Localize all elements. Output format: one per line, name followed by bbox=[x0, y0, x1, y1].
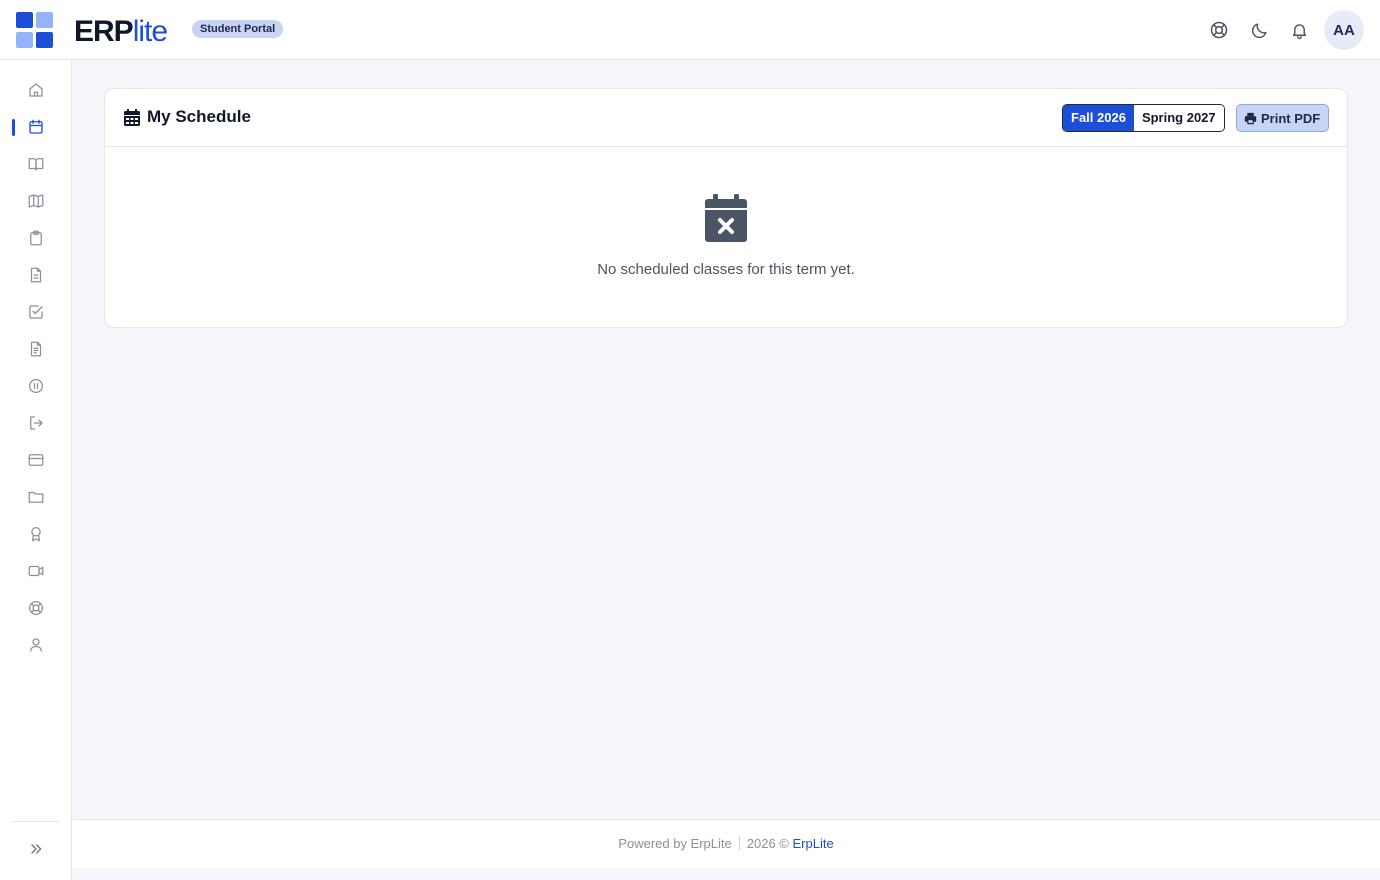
schedule-card: My Schedule Fall 2026 Spring 2027 Print … bbox=[104, 88, 1348, 328]
footer: Powered by ErpLite 2026 © ErpLite bbox=[72, 819, 1380, 868]
empty-state-message: No scheduled classes for this term yet. bbox=[597, 261, 855, 278]
sidebar-divider bbox=[12, 821, 59, 822]
sidebar-item-pause[interactable] bbox=[0, 371, 72, 401]
calendar-icon bbox=[124, 109, 140, 126]
sidebar-item-schedule[interactable] bbox=[0, 112, 72, 142]
calendar-x-icon bbox=[705, 194, 747, 242]
user-avatar[interactable]: AA bbox=[1324, 10, 1364, 50]
sidebar-item-files[interactable] bbox=[0, 482, 72, 512]
help-lifebuoy-icon[interactable] bbox=[1208, 19, 1230, 41]
pause-circle-icon bbox=[28, 378, 44, 394]
user-icon bbox=[30, 638, 42, 652]
lifebuoy-icon bbox=[28, 600, 44, 616]
sidebar-item-tasks[interactable] bbox=[0, 297, 72, 327]
checkbox-icon bbox=[29, 305, 43, 319]
sidebar-item-documents[interactable] bbox=[0, 260, 72, 290]
print-pdf-label: Print PDF bbox=[1261, 110, 1321, 126]
award-icon bbox=[31, 526, 41, 542]
sidebar-item-map[interactable] bbox=[0, 186, 72, 216]
term-button-fall-2026[interactable]: Fall 2026 bbox=[1063, 105, 1134, 131]
footer-copyright: 2026 © bbox=[746, 836, 789, 851]
portal-badge: Student Portal bbox=[192, 20, 284, 38]
brand-logo[interactable]: ERPlite bbox=[74, 14, 168, 50]
sidebar-item-records[interactable] bbox=[0, 334, 72, 364]
print-pdf-button[interactable]: Print PDF bbox=[1236, 104, 1330, 132]
top-bar: ERPlite Student Portal AA bbox=[0, 0, 1380, 60]
term-selector: Fall 2026 Spring 2027 bbox=[1062, 104, 1225, 132]
home-icon bbox=[29, 83, 43, 97]
printer-icon bbox=[1244, 112, 1257, 124]
logo-icon[interactable] bbox=[16, 12, 53, 48]
calendar-icon bbox=[29, 119, 43, 134]
sidebar-item-courses[interactable] bbox=[0, 149, 72, 179]
sidebar bbox=[0, 60, 72, 880]
sidebar-item-exit[interactable] bbox=[0, 408, 72, 438]
dark-mode-moon-icon[interactable] bbox=[1248, 19, 1270, 41]
document-lines-icon bbox=[30, 341, 42, 357]
sidebar-item-awards[interactable] bbox=[0, 519, 72, 549]
sidebar-item-home[interactable] bbox=[0, 75, 72, 105]
book-open-icon bbox=[28, 158, 44, 171]
sidebar-item-profile[interactable] bbox=[0, 630, 72, 660]
sidebar-expand-button[interactable] bbox=[24, 837, 48, 861]
brand-bold-text: ERP bbox=[74, 15, 134, 48]
sidebar-item-support[interactable] bbox=[0, 593, 72, 623]
brand-light-text: lite bbox=[132, 15, 168, 48]
term-button-spring-2027[interactable]: Spring 2027 bbox=[1133, 105, 1224, 131]
document-icon bbox=[30, 267, 42, 283]
page-title: My Schedule bbox=[147, 107, 251, 126]
chevrons-right-icon bbox=[31, 844, 42, 854]
folder-icon bbox=[28, 491, 44, 503]
footer-divider bbox=[738, 836, 740, 850]
credit-card-icon bbox=[28, 454, 44, 466]
clipboard-icon bbox=[30, 230, 42, 246]
schedule-card-header: My Schedule Fall 2026 Spring 2027 Print … bbox=[105, 89, 1347, 147]
map-icon bbox=[28, 194, 44, 208]
sidebar-item-video[interactable] bbox=[0, 556, 72, 586]
sidebar-item-clipboard[interactable] bbox=[0, 223, 72, 253]
footer-erplite-link[interactable]: ErpLite bbox=[793, 836, 834, 851]
active-indicator bbox=[12, 119, 15, 136]
sidebar-item-payments[interactable] bbox=[0, 445, 72, 475]
footer-powered-by: Powered by ErpLite bbox=[618, 836, 732, 851]
video-icon bbox=[28, 565, 44, 577]
logout-icon bbox=[30, 416, 43, 430]
notifications-bell-icon[interactable] bbox=[1288, 19, 1310, 41]
